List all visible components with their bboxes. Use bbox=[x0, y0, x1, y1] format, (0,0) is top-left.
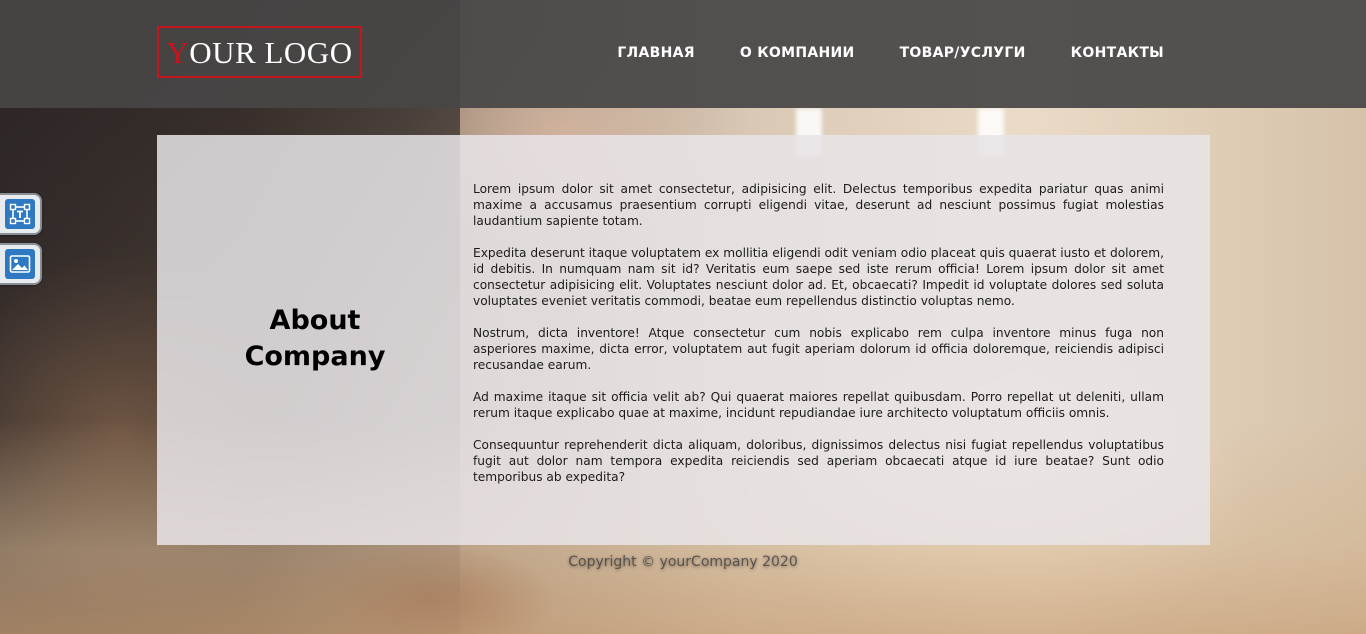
about-paragraph: Ad maxime itaque sit officia velit ab? Q… bbox=[473, 390, 1164, 420]
about-heading: About Company bbox=[217, 303, 413, 375]
nav-link-products[interactable]: ТОВАР/УСЛУГИ bbox=[900, 44, 1026, 62]
site-footer: Copyright © yourCompany 2020 bbox=[0, 554, 1366, 570]
about-text: Lorem ipsum dolor sit amet consectetur, … bbox=[473, 181, 1164, 501]
nav-link-about[interactable]: О КОМПАНИИ bbox=[740, 44, 855, 62]
about-paragraph: Consequuntur reprehenderit dicta aliquam… bbox=[473, 438, 1164, 484]
copyright-text: Copyright © yourCompany 2020 bbox=[568, 554, 798, 570]
text-frame-tool-button[interactable] bbox=[0, 193, 42, 235]
about-heading-line2: Company bbox=[244, 341, 386, 372]
nav-link-contacts[interactable]: КОНТАКТЫ bbox=[1071, 44, 1164, 62]
image-tool-button[interactable] bbox=[0, 243, 42, 285]
nav-link-home[interactable]: ГЛАВНАЯ bbox=[617, 44, 695, 62]
site-logo[interactable]: YOUR LOGO bbox=[157, 26, 362, 78]
logo-accent-letter: Y bbox=[166, 35, 190, 70]
about-paragraph: Nostrum, dicta inventore! Atque consecte… bbox=[473, 326, 1164, 372]
main-nav: ГЛАВНАЯ О КОМПАНИИ ТОВАР/УСЛУГИ КОНТАКТЫ bbox=[617, 44, 1164, 62]
about-paragraph: Lorem ipsum dolor sit amet consectetur, … bbox=[473, 182, 1164, 228]
about-company-card: About Company Lorem ipsum dolor sit amet… bbox=[157, 135, 1210, 545]
page: YOUR LOGO ГЛАВНАЯ О КОМПАНИИ ТОВАР/УСЛУГ… bbox=[0, 0, 1366, 634]
image-icon bbox=[5, 249, 35, 279]
logo-text: OUR LOGO bbox=[189, 35, 353, 70]
about-paragraph: Expedita deserunt itaque voluptatem ex m… bbox=[473, 246, 1164, 308]
site-header: YOUR LOGO ГЛАВНАЯ О КОМПАНИИ ТОВАР/УСЛУГ… bbox=[0, 0, 1366, 108]
text-frame-icon bbox=[5, 199, 35, 229]
about-heading-line1: About bbox=[269, 305, 361, 336]
